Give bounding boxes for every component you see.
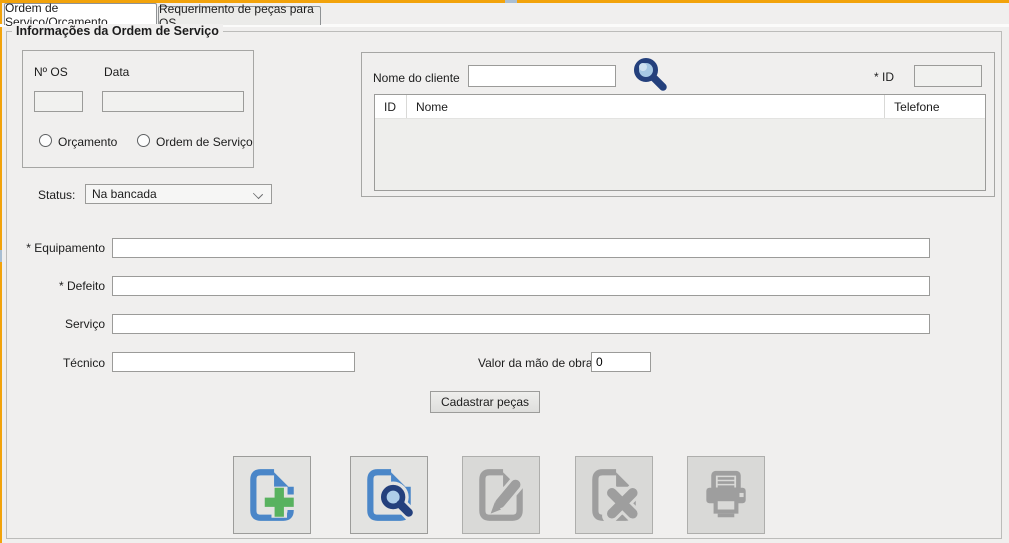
- printer-icon: [697, 466, 755, 524]
- defeito-label: * Defeito: [0, 279, 105, 293]
- service-order-window: Ordem de Serviço/Orçamento Requerimento …: [0, 0, 1009, 543]
- edit-os-button: [462, 456, 540, 534]
- print-os-button: [687, 456, 765, 534]
- document-edit-icon: [472, 466, 530, 524]
- search-os-button[interactable]: [350, 456, 428, 534]
- chevron-down-icon: [253, 189, 263, 199]
- client-id-label: * ID: [874, 70, 894, 84]
- equipamento-label: * Equipamento: [0, 241, 105, 255]
- tecnico-label: Técnico: [0, 356, 105, 370]
- document-plus-icon: [243, 466, 301, 524]
- client-panel: Nome do cliente * ID ID Nome Telefone: [361, 52, 995, 197]
- cadastrar-pecas-label: Cadastrar peças: [441, 395, 529, 409]
- client-table-header: ID Nome Telefone: [375, 95, 985, 119]
- ordem-servico-radio-label: Ordem de Serviço: [156, 135, 253, 149]
- numero-os-label: Nº OS: [34, 65, 68, 79]
- client-name-input[interactable]: [468, 65, 616, 87]
- column-header-id[interactable]: ID: [375, 95, 407, 118]
- new-os-button[interactable]: [233, 456, 311, 534]
- tab-requerimento-pecas[interactable]: Requerimento de peças para OS: [158, 6, 321, 25]
- valor-mao-de-obra-label: Valor da mão de obra: [478, 356, 593, 370]
- defeito-input[interactable]: [112, 276, 930, 296]
- client-id-field[interactable]: [914, 65, 982, 87]
- valor-mao-de-obra-input[interactable]: [591, 352, 651, 372]
- window-border-left: [0, 0, 2, 543]
- client-name-label: Nome do cliente: [373, 71, 460, 85]
- cadastrar-pecas-button[interactable]: Cadastrar peças: [430, 391, 540, 413]
- data-field[interactable]: [102, 91, 244, 112]
- orcamento-radio[interactable]: [39, 134, 52, 147]
- servico-input[interactable]: [112, 314, 930, 334]
- status-select[interactable]: Na bancada: [85, 184, 272, 204]
- tab-ordem-servico[interactable]: Ordem de Serviço/Orçamento: [4, 3, 157, 25]
- tecnico-input[interactable]: [112, 352, 355, 372]
- status-selected-value: Na bancada: [92, 187, 157, 201]
- orcamento-radio-label: Orçamento: [58, 135, 117, 149]
- column-header-telefone[interactable]: Telefone: [885, 95, 985, 118]
- document-delete-icon: [585, 466, 643, 524]
- equipamento-input[interactable]: [112, 238, 930, 258]
- group-title: Informações da Ordem de Serviço: [12, 24, 223, 38]
- client-search-button[interactable]: [630, 56, 670, 94]
- client-results-table[interactable]: ID Nome Telefone: [374, 94, 986, 191]
- delete-os-button: [575, 456, 653, 534]
- data-label: Data: [104, 65, 129, 79]
- magnifier-icon: [630, 56, 670, 94]
- servico-label: Serviço: [0, 317, 105, 331]
- os-number-panel: Nº OS Data Orçamento Ordem de Serviço: [22, 50, 254, 168]
- status-label: Status:: [38, 188, 75, 202]
- ordem-servico-radio[interactable]: [137, 134, 150, 147]
- numero-os-field[interactable]: [34, 91, 83, 112]
- window-resize-grip-top: [505, 0, 517, 3]
- document-search-icon: [360, 466, 418, 524]
- column-header-nome[interactable]: Nome: [407, 95, 885, 118]
